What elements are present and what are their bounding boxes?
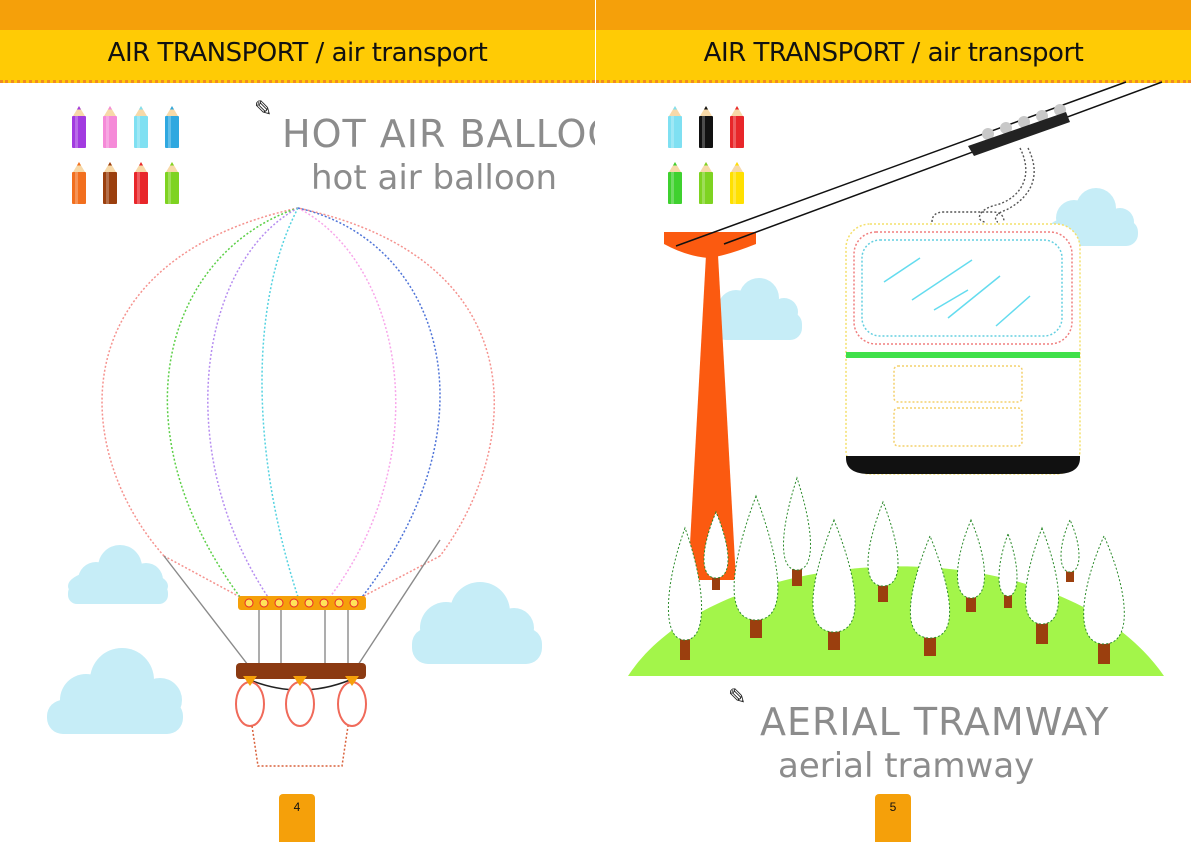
page-number-text: 5 [889,800,897,814]
cable-trolley [968,104,1070,156]
pencil-icon: ✎ [728,684,747,709]
color-pencil [103,106,117,148]
page-number-text: 4 [293,800,301,814]
cloud [714,278,802,340]
color-pencil [103,162,117,204]
color-pencil [165,106,179,148]
color-pencil [72,106,86,148]
cloud [47,648,183,734]
hot-air-balloon-illustration [47,207,542,767]
color-pencil [165,162,179,204]
color-pencil [699,162,713,204]
title-upper: AERIAL TRAMWAY [760,700,1110,744]
page-number: 5 [875,794,911,842]
color-pencil [668,106,682,148]
color-pencil [134,162,148,204]
color-pencil [72,162,86,204]
page-number: 4 [279,794,315,842]
color-pencil [699,106,713,148]
page-right: AIR TRANSPORT / air transport ✎ AERIAL T… [596,0,1191,842]
color-pencil [730,106,744,148]
cloud [412,582,542,664]
title-lower: aerial tramway [778,746,1035,786]
color-pencil [730,162,744,204]
color-pencil [134,106,148,148]
page-left: AIR TRANSPORT / air transport ✎ HOT AIR … [0,0,595,842]
cloud [68,545,168,604]
color-pencil [668,162,682,204]
